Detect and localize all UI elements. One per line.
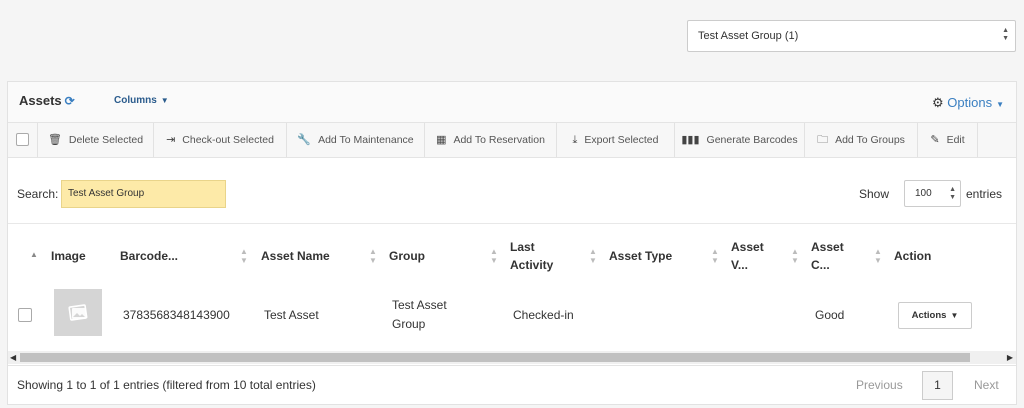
- bulk-actions-toolbar: 🗑 Delete Selected ⇥ Check-out Selected 🔧 Ad…: [8, 123, 1016, 158]
- generate-barcodes-button[interactable]: ▮▮▮ Generate Barcodes: [675, 123, 805, 157]
- refresh-icon[interactable]: ⟳: [65, 94, 75, 108]
- image-placeholder-icon: [68, 303, 88, 321]
- edit-button[interactable]: ✎ Edit: [918, 123, 978, 157]
- download-icon: ⤓: [572, 134, 578, 146]
- row-actions-label: Actions: [911, 310, 947, 321]
- add-to-groups-button[interactable]: 🗀 Add To Groups: [805, 123, 918, 157]
- sort-icon[interactable]: ▲ ▼: [711, 247, 719, 265]
- pagination-previous[interactable]: Previous: [856, 378, 903, 392]
- entries-label: entries: [966, 187, 1003, 201]
- panel-header: Assets ⟳ Columns ▼ ⚙ Options ▼: [8, 82, 1016, 123]
- show-label: Show: [859, 187, 890, 201]
- col-header-last-activity-line1: Last: [510, 240, 535, 254]
- options-label: Options: [947, 95, 993, 110]
- checkout-selected-label: Check-out Selected: [182, 134, 274, 146]
- sort-icon[interactable]: ▲ ▼: [369, 247, 377, 265]
- col-header-group[interactable]: Group: [389, 247, 425, 265]
- sort-icon[interactable]: ▲ ▼: [589, 247, 597, 265]
- table-info: Showing 1 to 1 of 1 entries (filtered fr…: [17, 378, 316, 392]
- col-header-asset-c-line1: Asset: [811, 240, 844, 254]
- col-header-asset-name[interactable]: Asset Name: [261, 247, 330, 265]
- add-to-maintenance-label: Add To Maintenance: [318, 134, 414, 146]
- add-to-reservation-button[interactable]: ▦ Add To Reservation: [425, 123, 557, 157]
- col-header-action: Action: [894, 249, 932, 263]
- horizontal-scrollbar[interactable]: ◀ ▶: [8, 351, 1016, 364]
- col-header-barcode[interactable]: Barcode...: [120, 247, 178, 265]
- caret-down-icon: ▼: [950, 311, 959, 320]
- folder-icon: 🗀: [817, 134, 829, 146]
- cell-last-activity: Checked-in: [513, 308, 574, 322]
- scrollbar-thumb[interactable]: [20, 353, 970, 362]
- row-checkbox[interactable]: [18, 308, 32, 322]
- delete-selected-label: Delete Selected: [68, 134, 144, 146]
- col-header-asset-c[interactable]: Asset C...: [811, 238, 844, 274]
- sort-icon[interactable]: ▲ ▼: [490, 247, 498, 265]
- add-to-reservation-label: Add To Reservation: [453, 134, 545, 146]
- generate-barcodes-label: Generate Barcodes: [706, 134, 798, 146]
- select-arrows-icon: ▲ ▼: [949, 186, 956, 201]
- add-to-maintenance-button[interactable]: 🔧 Add To Maintenance: [287, 123, 425, 157]
- caret-down-icon: ▼: [160, 96, 169, 105]
- col-header-asset-v[interactable]: Asset V...: [731, 238, 764, 274]
- gear-icon: ⚙: [931, 95, 944, 110]
- cell-group: Test Asset Group: [392, 296, 447, 334]
- sort-icon[interactable]: ▲ ▼: [791, 247, 799, 265]
- sort-icon[interactable]: ▲ ▼: [874, 247, 882, 265]
- group-filter-value: Test Asset Group (1): [698, 30, 799, 42]
- caret-down-icon: ▼: [996, 100, 1004, 109]
- search-label: Search:: [17, 187, 59, 201]
- cell-group-line1: Test Asset: [392, 298, 447, 312]
- cell-group-line2: Group: [392, 317, 426, 331]
- trash-icon: 🗑: [47, 134, 62, 146]
- assets-title: Assets ⟳: [19, 93, 75, 108]
- options-button[interactable]: ⚙ Options ▼: [932, 95, 1004, 111]
- calendar-icon: ▦: [436, 134, 447, 146]
- page-length-select[interactable]: 100 ▲ ▼: [904, 180, 961, 207]
- assets-title-text: Assets: [19, 93, 62, 108]
- cell-asset-name: Test Asset: [264, 308, 319, 322]
- sort-asc-icon[interactable]: ▲: [30, 250, 38, 259]
- col-header-asset-c-line2: C...: [811, 258, 830, 272]
- barcode-icon: ▮▮▮: [681, 134, 700, 146]
- add-to-groups-label: Add To Groups: [835, 134, 905, 146]
- pagination-page-1[interactable]: 1: [922, 371, 953, 400]
- col-header-asset-type[interactable]: Asset Type: [609, 247, 672, 265]
- assets-panel: Assets ⟳ Columns ▼ ⚙ Options ▼ 🗑 Delete Sele…: [7, 81, 1017, 405]
- export-selected-label: Export Selected: [584, 134, 659, 146]
- select-all-checkbox[interactable]: [16, 133, 29, 146]
- cell-barcode: 3783568348143900: [123, 308, 230, 322]
- columns-label: Columns: [114, 95, 157, 106]
- pencil-icon: ✎: [930, 134, 940, 146]
- select-all-cell: [8, 123, 38, 157]
- col-header-asset-v-line1: Asset: [731, 240, 764, 254]
- asset-thumbnail[interactable]: [54, 289, 102, 336]
- export-selected-button[interactable]: ⤓ Export Selected: [557, 123, 675, 157]
- col-header-image[interactable]: Image: [51, 247, 86, 265]
- delete-selected-button[interactable]: 🗑 Delete Selected: [38, 123, 154, 157]
- sort-icon[interactable]: ▲ ▼: [240, 247, 248, 265]
- col-header-last-activity[interactable]: Last Activity: [510, 238, 553, 274]
- page-length-value: 100: [915, 188, 932, 199]
- scroll-right-icon[interactable]: ▶: [1007, 351, 1013, 364]
- table-controls: Search: Test Asset Group Show 100 ▲ ▼ ent…: [8, 158, 1016, 224]
- checkout-selected-button[interactable]: ⇥ Check-out Selected: [154, 123, 287, 157]
- sign-out-icon: ⇥: [166, 134, 176, 146]
- wrench-icon: 🔧: [297, 134, 312, 146]
- pagination-next[interactable]: Next: [974, 378, 999, 392]
- row-actions-button[interactable]: Actions ▼: [898, 302, 972, 329]
- col-header-last-activity-line2: Activity: [510, 258, 554, 272]
- cell-asset-c: Good: [815, 308, 845, 322]
- select-arrows-icon: ▲ ▼: [1002, 27, 1009, 42]
- columns-button[interactable]: Columns ▼: [114, 95, 169, 106]
- edit-label: Edit: [946, 134, 965, 146]
- group-filter-select[interactable]: Test Asset Group (1) ▲ ▼: [687, 20, 1016, 52]
- scroll-left-icon[interactable]: ◀: [10, 351, 16, 364]
- col-header-asset-v-line2: V...: [731, 258, 748, 272]
- search-input[interactable]: Test Asset Group: [61, 180, 226, 208]
- table-footer: Showing 1 to 1 of 1 entries (filtered fr…: [8, 365, 1016, 405]
